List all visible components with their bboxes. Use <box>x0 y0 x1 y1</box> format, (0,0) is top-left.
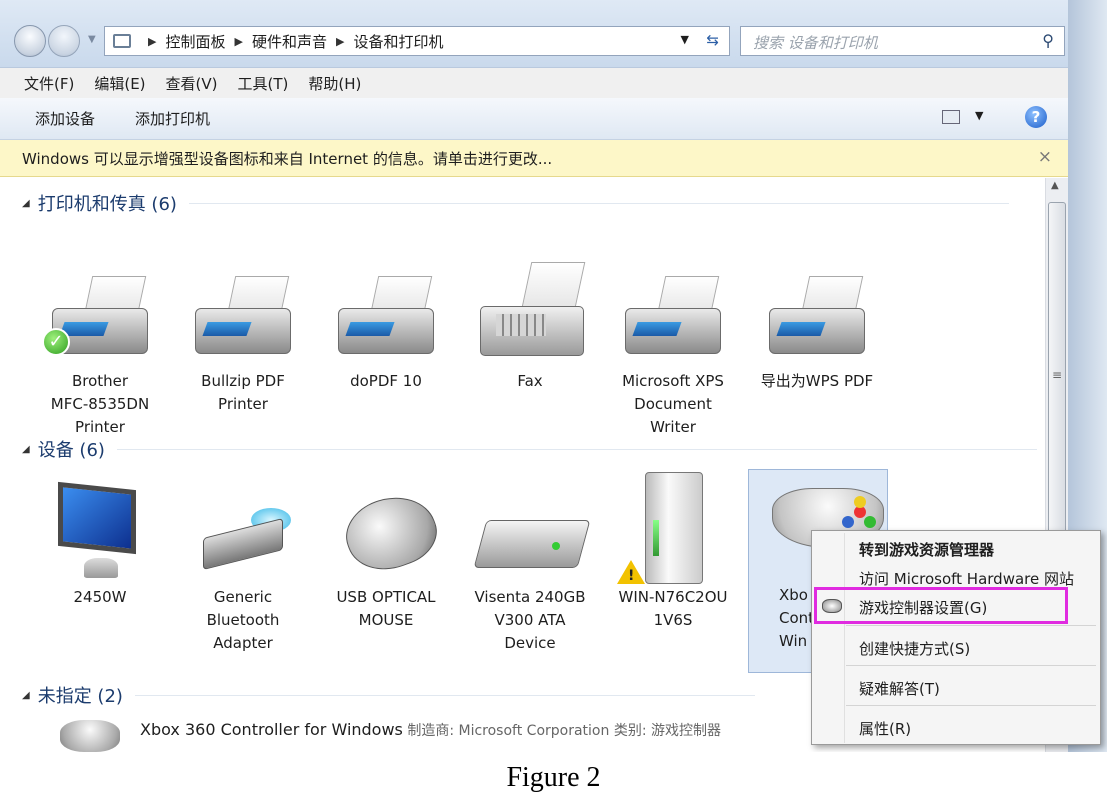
back-button[interactable] <box>14 25 46 57</box>
device-label: USB OPTICAL MOUSE <box>336 588 436 629</box>
device-bluetooth[interactable]: Generic Bluetooth Adapter <box>173 472 313 655</box>
device-label: Visenta 240GB V300 ATA Device <box>474 588 586 652</box>
refresh-icon[interactable]: ⇆ <box>706 31 719 49</box>
breadcrumb-control-panel[interactable]: 控制面板 <box>165 31 225 52</box>
printer-label: doPDF 10 <box>350 372 422 390</box>
group-header-devices[interactable]: ◢ 设备 (6) <box>22 436 1037 462</box>
menu-item-create-shortcut[interactable]: 创建快捷方式(S) <box>859 638 970 659</box>
add-printer-button[interactable]: 添加打印机 <box>135 108 210 129</box>
printer-icon <box>613 256 733 366</box>
device-computer[interactable]: ! WIN-N76C2OU 1V6S <box>603 472 743 632</box>
search-icon[interactable]: ⚲ <box>1042 31 1054 50</box>
group-title-devices: 设备 (6) <box>37 440 105 461</box>
printer-dopdf[interactable]: doPDF 10 <box>316 256 456 393</box>
annotation-highlight-box <box>814 587 1068 624</box>
device-ssd[interactable]: Visenta 240GB V300 ATA Device <box>460 472 600 655</box>
address-field[interactable]: ▶ 控制面板 ▶ 硬件和声音 ▶ 设备和打印机 ▼ ⇆ <box>104 26 730 56</box>
printer-label: Brother MFC-8535DN Printer <box>50 372 150 436</box>
device-name: Xbox 360 Controller for Windows <box>140 720 403 739</box>
chevron-right-icon[interactable]: ▶ <box>336 35 344 48</box>
default-check-icon: ✓ <box>42 328 70 356</box>
menu-item-hardware-site[interactable]: 访问 Microsoft Hardware 网站 <box>859 568 1074 589</box>
devices-and-printers-window: ▼ ▶ 控制面板 ▶ 硬件和声音 ▶ 设备和打印机 ▼ ⇆ 搜索 设备和打印机 … <box>0 0 1107 752</box>
group-title-printers: 打印机和传真 (6) <box>37 194 177 215</box>
address-bar-area: ▼ ▶ 控制面板 ▶ 硬件和声音 ▶ 设备和打印机 ▼ ⇆ 搜索 设备和打印机 … <box>0 0 1107 68</box>
printer-label: Bullzip PDF Printer <box>201 372 285 413</box>
search-placeholder: 搜索 设备和打印机 <box>753 34 878 52</box>
command-bar: 添加设备 添加打印机 ▼ ? <box>0 98 1107 140</box>
printer-label: Microsoft XPS Document Writer <box>622 372 724 436</box>
printer-bullzip[interactable]: Bullzip PDF Printer <box>173 256 313 416</box>
menu-view[interactable]: 查看(V) <box>166 73 218 94</box>
printer-label: Fax <box>517 372 543 390</box>
monitor-icon <box>40 472 160 582</box>
menu-separator <box>846 705 1096 706</box>
printer-icon <box>757 256 877 366</box>
gamepad-icon <box>60 720 120 752</box>
forward-button[interactable] <box>48 25 80 57</box>
help-icon[interactable]: ? <box>1025 106 1047 128</box>
menu-item-game-explorer[interactable]: 转到游戏资源管理器 <box>859 539 994 560</box>
grip-icon: ≡ <box>1052 368 1063 382</box>
menu-edit[interactable]: 编辑(E) <box>94 73 145 94</box>
scroll-up-icon[interactable]: ▲ <box>1051 180 1059 191</box>
device-label: WIN-N76C2OU 1V6S <box>618 588 728 629</box>
collapse-icon[interactable]: ◢ <box>22 444 30 455</box>
group-header-unspecified[interactable]: ◢ 未指定 (2) <box>22 682 755 708</box>
collapse-icon[interactable]: ◢ <box>22 690 30 701</box>
printer-wps-pdf[interactable]: 导出为WPS PDF <box>747 256 887 393</box>
menu-bar: 文件(F) 编辑(E) 查看(V) 工具(T) 帮助(H) <box>0 68 1107 98</box>
group-title-unspecified: 未指定 (2) <box>37 686 123 707</box>
collapse-icon[interactable]: ◢ <box>22 198 30 209</box>
warning-icon: ! <box>617 560 645 584</box>
drive-icon <box>470 472 591 582</box>
device-meta: 制造商: Microsoft Corporation 类别: 游戏控制器 <box>402 723 721 739</box>
device-label: Generic Bluetooth Adapter <box>206 588 280 652</box>
printer-icon <box>326 256 446 366</box>
printer-label: 导出为WPS PDF <box>760 372 874 390</box>
group-divider <box>116 448 1037 450</box>
group-divider <box>188 202 1009 204</box>
info-bar[interactable]: Windows 可以显示增强型设备图标和来自 Internet 的信息。请单击进… <box>0 140 1068 177</box>
close-icon[interactable]: × <box>1038 147 1052 167</box>
printer-icon <box>183 256 303 366</box>
context-menu: 转到游戏资源管理器 访问 Microsoft Hardware 网站 游戏控制器… <box>811 530 1101 745</box>
view-dropdown-icon[interactable]: ▼ <box>975 109 983 122</box>
printer-icon: ✓ <box>40 256 160 366</box>
control-panel-icon <box>113 34 131 48</box>
menu-item-troubleshoot[interactable]: 疑难解答(T) <box>859 678 940 699</box>
fax-icon <box>470 256 590 366</box>
menu-separator <box>846 665 1096 666</box>
printer-fax[interactable]: Fax <box>460 256 600 393</box>
group-divider <box>134 694 755 696</box>
menu-help[interactable]: 帮助(H) <box>308 73 361 94</box>
bluetooth-adapter-icon <box>183 472 303 582</box>
breadcrumb-devices-printers[interactable]: 设备和打印机 <box>353 31 443 52</box>
menu-gutter <box>844 533 845 743</box>
menu-file[interactable]: 文件(F) <box>24 73 74 94</box>
printer-xps[interactable]: Microsoft XPS Document Writer <box>603 256 743 439</box>
breadcrumb-hardware-sound[interactable]: 硬件和声音 <box>252 31 327 52</box>
search-input[interactable]: 搜索 设备和打印机 ⚲ <box>740 26 1065 56</box>
computer-tower-icon: ! <box>613 472 733 584</box>
device-monitor[interactable]: 2450W <box>30 472 170 609</box>
device-label: 2450W <box>73 588 127 606</box>
menu-item-properties[interactable]: 属性(R) <box>859 718 911 739</box>
device-mouse[interactable]: USB OPTICAL MOUSE <box>316 472 456 632</box>
figure-caption: Figure 2 <box>506 762 601 793</box>
menu-separator <box>846 625 1096 626</box>
chevron-right-icon[interactable]: ▶ <box>148 35 156 48</box>
chevron-right-icon[interactable]: ▶ <box>234 35 242 48</box>
menu-tools[interactable]: 工具(T) <box>238 73 289 94</box>
view-options-icon[interactable] <box>942 110 960 124</box>
add-device-button[interactable]: 添加设备 <box>35 108 95 129</box>
info-bar-text[interactable]: Windows 可以显示增强型设备图标和来自 Internet 的信息。请单击进… <box>22 150 552 168</box>
mouse-icon <box>326 472 446 582</box>
address-dropdown-icon[interactable]: ▼ <box>681 33 689 46</box>
group-header-printers[interactable]: ◢ 打印机和传真 (6) <box>22 190 1009 216</box>
printer-brother[interactable]: ✓ Brother MFC-8535DN Printer <box>30 256 170 439</box>
recent-pages-dropdown[interactable]: ▼ <box>88 34 96 45</box>
